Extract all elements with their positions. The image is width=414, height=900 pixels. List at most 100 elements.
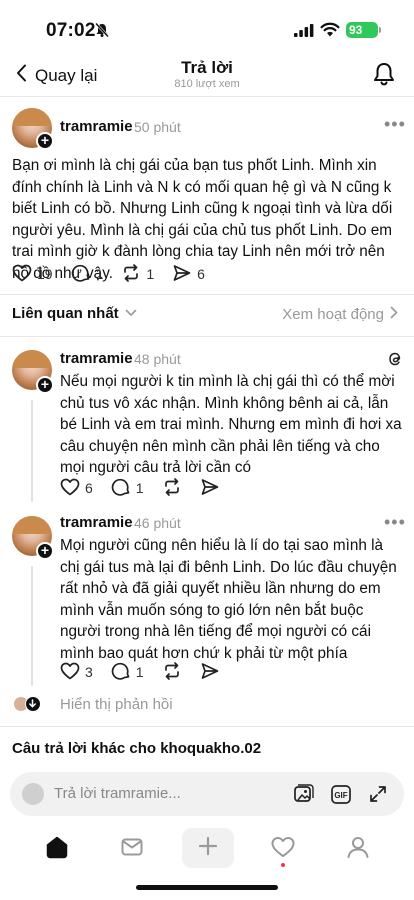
comment-button[interactable]: 1 xyxy=(111,661,144,684)
plus-icon xyxy=(197,835,219,862)
show-replies-button[interactable]: Hiển thị phản hồi xyxy=(14,695,173,713)
more-options-icon[interactable]: ••• xyxy=(384,512,406,533)
comment-button[interactable]: 1 xyxy=(111,477,144,500)
sort-dropdown[interactable]: Liên quan nhất xyxy=(12,304,137,322)
like-count: 3 xyxy=(85,664,93,680)
view-activity-link[interactable]: Xem hoạt động xyxy=(282,306,398,323)
replies-divider xyxy=(0,726,414,727)
bell-icon xyxy=(372,63,396,91)
share-count: 6 xyxy=(197,266,205,282)
send-icon xyxy=(200,661,220,684)
chevron-right-icon xyxy=(390,306,398,323)
activity-dot xyxy=(281,863,285,867)
gif-label: GIF xyxy=(334,791,347,800)
avatar-hair xyxy=(12,108,52,126)
view-activity-label: Xem hoạt động xyxy=(282,306,384,323)
sort-label: Liên quan nhất xyxy=(12,304,119,322)
view-count: 810 lượt xem xyxy=(174,78,240,90)
nav-activity[interactable] xyxy=(270,834,296,865)
thread-line xyxy=(31,400,33,502)
threads-logo-icon[interactable] xyxy=(386,350,404,373)
notification-button[interactable] xyxy=(372,61,396,92)
more-options-icon[interactable]: ••• xyxy=(384,114,406,135)
reply-actions: 6 1 xyxy=(60,477,238,500)
avatar-hair xyxy=(12,516,52,534)
comment-icon xyxy=(111,477,131,500)
battery-tip xyxy=(379,27,381,33)
heart-icon xyxy=(60,478,80,499)
post-divider xyxy=(0,294,414,295)
repost-button[interactable]: 1 xyxy=(121,263,154,286)
composer-avatar xyxy=(22,783,44,805)
comment-icon xyxy=(111,661,131,684)
heart-icon xyxy=(12,264,32,285)
heart-icon xyxy=(270,837,296,864)
reply-username[interactable]: tramramie xyxy=(60,514,133,531)
comment-button[interactable]: 1 xyxy=(71,263,104,286)
send-icon xyxy=(200,477,220,500)
share-button[interactable] xyxy=(200,477,220,500)
repost-icon xyxy=(162,661,182,684)
signal-icon xyxy=(294,24,314,42)
reply-username[interactable]: tramramie xyxy=(60,350,133,367)
bell-off-icon xyxy=(94,22,110,43)
battery-indicator: 93 xyxy=(346,22,378,38)
header-divider xyxy=(0,96,414,97)
sort-divider xyxy=(0,336,414,337)
repost-button[interactable] xyxy=(162,661,182,684)
follow-plus-icon[interactable]: + xyxy=(36,132,54,150)
like-button[interactable]: 6 xyxy=(60,478,93,499)
nav-home[interactable] xyxy=(44,834,70,865)
chevron-down-icon xyxy=(125,304,137,322)
reply-text: Nếu mọi người k tin mình là chị gái thì … xyxy=(60,373,402,477)
reply-time: 46 phút xyxy=(134,515,181,531)
share-button[interactable]: 6 xyxy=(172,263,205,286)
comment-count: 1 xyxy=(135,664,144,680)
home-indicator xyxy=(136,885,278,890)
reply-composer[interactable]: Trả lời tramramie... GIF xyxy=(10,772,404,816)
expand-icon[interactable] xyxy=(368,784,388,809)
nav-inbox[interactable] xyxy=(119,834,145,865)
follow-plus-icon[interactable]: + xyxy=(36,542,54,560)
status-time: 07:02 xyxy=(46,20,96,41)
wifi-icon xyxy=(320,22,340,43)
repost-icon xyxy=(121,263,141,286)
gif-icon[interactable]: GIF xyxy=(330,784,354,811)
comment-icon xyxy=(71,263,91,286)
show-replies-label: Hiển thị phản hồi xyxy=(60,696,173,713)
repost-icon xyxy=(162,477,182,500)
like-button[interactable]: 3 xyxy=(60,662,93,683)
nav-create[interactable] xyxy=(182,828,234,868)
image-icon[interactable] xyxy=(292,783,314,810)
other-replies-heading: Câu trả lời khác cho khoquakho.02 xyxy=(12,740,262,757)
post-actions: 19 1 1 6 xyxy=(12,263,223,286)
share-button[interactable] xyxy=(200,661,220,684)
profile-icon xyxy=(345,837,371,864)
post-username[interactable]: tramramie xyxy=(60,118,133,135)
inbox-icon xyxy=(119,838,145,864)
post-time: 50 phút xyxy=(134,119,181,135)
send-icon xyxy=(172,263,192,286)
like-button[interactable]: 19 xyxy=(12,264,53,285)
like-count: 6 xyxy=(85,480,93,496)
follow-plus-icon[interactable]: + xyxy=(36,376,54,394)
like-count: 19 xyxy=(37,266,53,282)
thread-line xyxy=(31,566,33,686)
arrow-down-icon xyxy=(25,695,41,712)
status-bar: 07:02 93 xyxy=(0,0,414,50)
comment-count: 1 xyxy=(95,266,104,282)
comment-count: 1 xyxy=(135,480,144,496)
reply-avatars xyxy=(14,695,42,713)
repost-count: 1 xyxy=(146,266,155,282)
repost-button[interactable] xyxy=(162,477,182,500)
nav-profile[interactable] xyxy=(345,834,371,865)
bottom-nav xyxy=(0,826,414,872)
page-title: Trả lời xyxy=(181,58,233,77)
header: Quay lại Trả lời 810 lượt xem xyxy=(0,50,414,94)
reply-input-placeholder[interactable]: Trả lời tramramie... xyxy=(54,785,181,802)
reply-actions: 3 1 xyxy=(60,661,238,684)
avatar-hair xyxy=(12,350,52,368)
home-icon xyxy=(44,836,70,864)
heart-icon xyxy=(60,662,80,683)
reply-text: Mọi người cũng nên hiểu là lí do tại sao… xyxy=(60,537,397,662)
